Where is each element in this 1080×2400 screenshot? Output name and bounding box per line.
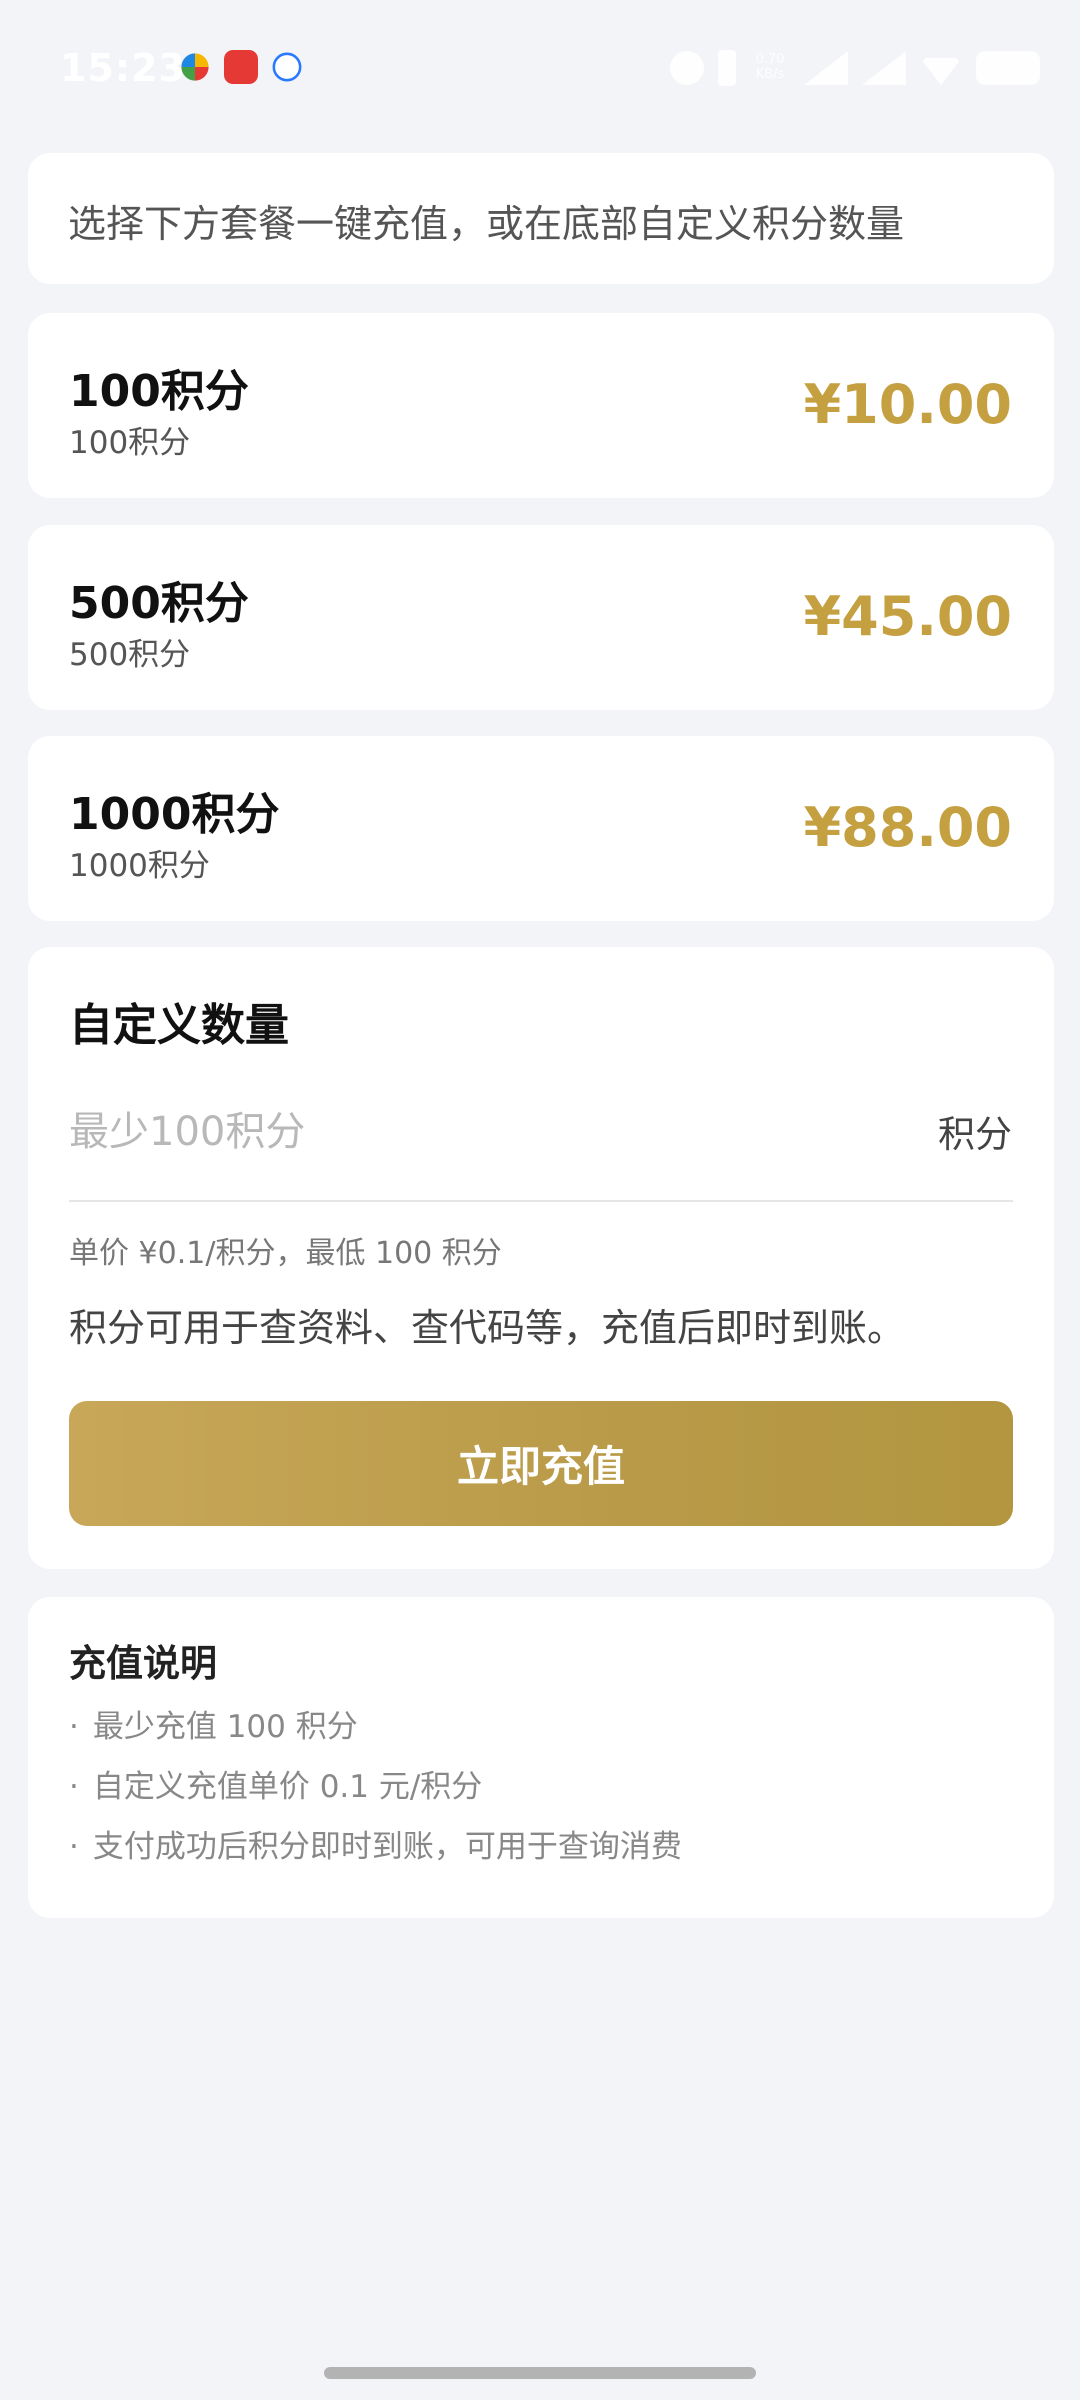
custom-amount-title: 自定义数量 [69, 1000, 289, 1051]
list-item: · 支付成功后积分即时到账，可用于查询消费 [69, 1827, 682, 1887]
app-notification-icon [272, 52, 302, 82]
home-indicator[interactable] [324, 2367, 756, 2379]
network-speed: 0.70 KB/s [750, 52, 790, 84]
bullet: · [69, 1709, 79, 1745]
package-card-100[interactable]: 100积分 100积分 ¥10.00 [28, 313, 1054, 498]
recharge-now-button[interactable]: 立即充值 [69, 1401, 1013, 1526]
notes-list: · 最少充值 100 积分 · 自定义充值单价 0.1 元/积分 · 支付成功后积分即… [69, 1707, 682, 1887]
app-notification-icon [181, 53, 209, 81]
wifi-icon [920, 57, 962, 85]
package-title: 100积分 [69, 366, 249, 417]
signal-icon [804, 51, 848, 85]
bullet: · [69, 1829, 79, 1865]
status-bar: 15:23 0.70 KB/s [0, 0, 1080, 140]
notification-app-icons [178, 50, 304, 84]
intro-text: 选择下方套餐一键充值，或在底部自定义积分数量 [68, 202, 905, 246]
unit-price-hint: 单价 ¥0.1/积分，最低 100 积分 [69, 1236, 502, 1271]
custom-amount-card: 自定义数量 积分 单价 ¥0.1/积分，最低 100 积分 积分可用于查资料、查… [28, 947, 1054, 1569]
bullet: · [69, 1769, 79, 1805]
app-notification-icon [224, 50, 258, 84]
bluetooth-icon [718, 50, 736, 86]
package-subtitle: 500积分 [69, 637, 191, 673]
battery-icon [976, 51, 1040, 85]
package-price: ¥88.00 [803, 796, 1012, 859]
package-subtitle: 1000积分 [69, 848, 210, 884]
recharge-notes-card: 充值说明 · 最少充值 100 积分 · 自定义充值单价 0.1 元/积分 · 支付成… [28, 1597, 1054, 1918]
network-speed-line: 0.70 [755, 52, 785, 67]
note-text: 自定义充值单价 0.1 元/积分 [92, 1769, 483, 1805]
list-item: · 自定义充值单价 0.1 元/积分 [69, 1767, 682, 1827]
network-speed-line: KB/s [755, 67, 785, 82]
package-subtitle: 100积分 [69, 425, 191, 461]
intro-card: 选择下方套餐一键充值，或在底部自定义积分数量 [28, 153, 1054, 284]
package-price: ¥45.00 [803, 585, 1012, 648]
package-card-500[interactable]: 500积分 500积分 ¥45.00 [28, 525, 1054, 710]
input-divider [69, 1200, 1013, 1202]
points-usage-description: 积分可用于查资料、查代码等，充值后即时到账。 [69, 1306, 906, 1350]
system-status-icons: 0.70 KB/s [670, 50, 1040, 86]
package-price: ¥10.00 [803, 373, 1012, 436]
package-card-1000[interactable]: 1000积分 1000积分 ¥88.00 [28, 736, 1054, 921]
notes-title: 充值说明 [69, 1642, 217, 1685]
custom-amount-input[interactable] [69, 1097, 969, 1167]
note-text: 最少充值 100 积分 [92, 1709, 358, 1745]
custom-amount-unit: 积分 [938, 1113, 1012, 1156]
recharge-page: 15:23 0.70 KB/s 选择下方套餐一键充值，或在底部自定义积分数量 10… [0, 0, 1080, 2400]
alarm-icon [670, 51, 704, 85]
signal-icon [862, 51, 906, 85]
package-title: 1000积分 [69, 789, 280, 840]
package-title: 500积分 [69, 578, 249, 629]
status-time: 15:23 [60, 46, 186, 90]
list-item: · 最少充值 100 积分 [69, 1707, 682, 1767]
note-text: 支付成功后积分即时到账，可用于查询消费 [92, 1829, 682, 1865]
